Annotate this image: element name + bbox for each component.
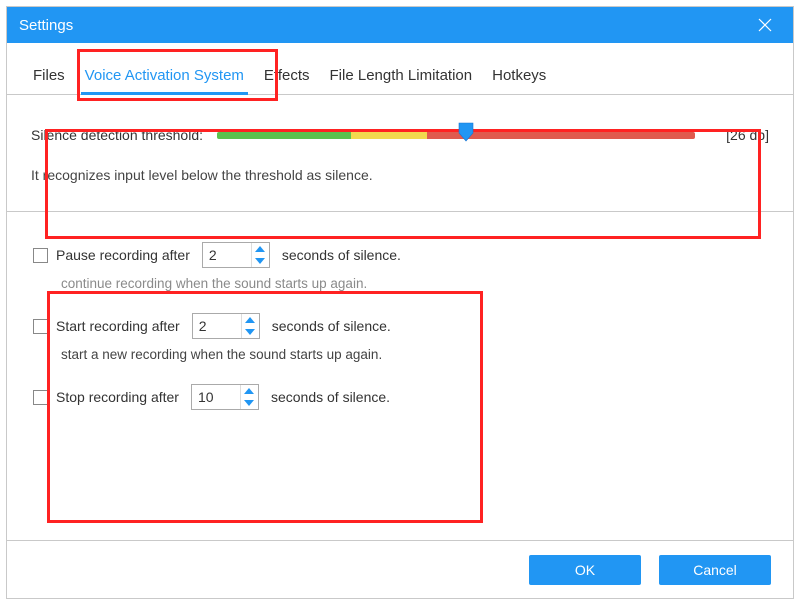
start-seconds-spinner[interactable]: 2 [192,313,260,339]
start-option-row: Start recording after 2 seconds of silen… [33,313,767,339]
threshold-description: It recognizes input level below the thre… [31,167,769,183]
spinner-down-icon[interactable] [252,255,269,267]
stop-checkbox[interactable] [33,390,48,405]
recording-options-section: Pause recording after 2 seconds of silen… [7,212,793,444]
slider-thumb-icon[interactable] [457,121,475,143]
pause-seconds-value[interactable]: 2 [203,243,251,267]
stop-prefix: Stop recording after [56,389,179,405]
dialog-footer: OK Cancel [7,540,793,598]
tab-voice-activation[interactable]: Voice Activation System [79,59,250,94]
pause-seconds-spinner[interactable]: 2 [202,242,270,268]
spinner-down-icon[interactable] [242,326,259,338]
threshold-section: Silence detection threshold: [26 db] [7,95,793,212]
start-hint: start a new recording when the sound sta… [61,347,767,362]
start-prefix: Start recording after [56,318,180,334]
spinner-up-icon[interactable] [242,314,259,326]
start-suffix: seconds of silence. [272,318,391,334]
tabs-bar: Files Voice Activation System Effects Fi… [7,43,793,95]
window-title: Settings [19,17,73,34]
title-bar: Settings [7,7,793,43]
threshold-slider[interactable] [217,125,695,145]
start-seconds-value[interactable]: 2 [193,314,241,338]
tab-files[interactable]: Files [27,59,71,94]
close-icon[interactable] [745,7,785,43]
spinner-down-icon[interactable] [241,397,258,409]
stop-option-row: Stop recording after 10 seconds of silen… [33,384,767,410]
pause-checkbox[interactable] [33,248,48,263]
tab-hotkeys[interactable]: Hotkeys [486,59,552,94]
tab-effects[interactable]: Effects [258,59,316,94]
pause-prefix: Pause recording after [56,247,190,263]
spinner-up-icon[interactable] [241,385,258,397]
threshold-value: [26 db] [709,127,769,143]
settings-dialog: Settings Files Voice Activation System E… [6,6,794,599]
stop-seconds-spinner[interactable]: 10 [191,384,259,410]
spinner-up-icon[interactable] [252,243,269,255]
threshold-label: Silence detection threshold: [31,127,203,143]
pause-hint: continue recording when the sound starts… [61,276,767,291]
cancel-button[interactable]: Cancel [659,555,771,585]
ok-button[interactable]: OK [529,555,641,585]
stop-seconds-value[interactable]: 10 [192,385,240,409]
pause-option-row: Pause recording after 2 seconds of silen… [33,242,767,268]
stop-suffix: seconds of silence. [271,389,390,405]
start-checkbox[interactable] [33,319,48,334]
pause-suffix: seconds of silence. [282,247,401,263]
tab-file-length-limit[interactable]: File Length Limitation [324,59,479,94]
